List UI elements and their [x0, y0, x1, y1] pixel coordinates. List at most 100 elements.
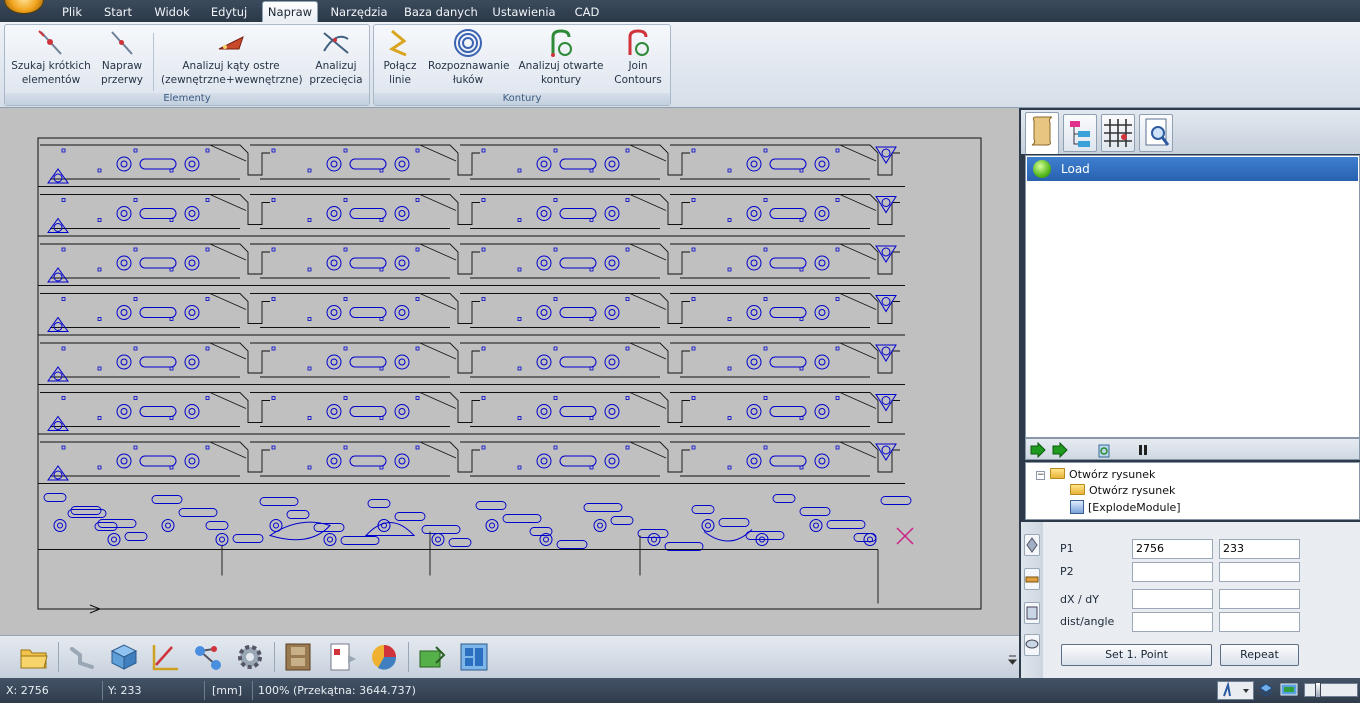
3d-box-icon[interactable]: [108, 641, 140, 673]
part-pin-hole: [133, 148, 138, 153]
set-first-point-button[interactable]: Set 1. Point: [1061, 644, 1212, 666]
part-hole: [536, 206, 552, 221]
recycle-icon[interactable]: [1096, 442, 1112, 458]
part-hole: [188, 358, 196, 366]
module-icon: [1070, 500, 1084, 514]
triangle-part: [47, 267, 69, 283]
triangle-part-hole: [881, 247, 891, 257]
part-pin-hole: [481, 148, 486, 153]
side-tool-ruler[interactable]: [1024, 568, 1040, 590]
p1-x-field[interactable]: 2756: [1132, 539, 1213, 559]
tab-grid[interactable]: [1101, 114, 1135, 152]
part-hole: [750, 210, 758, 217]
part-hole: [746, 354, 762, 370]
run-all-icon[interactable]: [1030, 442, 1048, 458]
repeat-button[interactable]: Repeat: [1220, 644, 1299, 666]
side-tool-chat[interactable]: [1024, 634, 1040, 656]
tab-scroll[interactable]: [1025, 112, 1059, 154]
menu-tab-plik[interactable]: Plik: [58, 3, 86, 22]
export-machine-icon[interactable]: [416, 641, 448, 673]
part-chamfer: [419, 144, 457, 162]
analyze-sharp-angles-button[interactable]: Analizuj kąty ostre (zewnętrzne+wewnętrz…: [161, 27, 303, 93]
part-hole: [188, 408, 196, 415]
analyze-intersections-button[interactable]: Analizuj przecięcia: [305, 27, 367, 93]
part-outline: [670, 342, 900, 378]
repair-gaps-button[interactable]: Napraw przerwy: [95, 27, 149, 93]
film-strip-icon[interactable]: [282, 641, 314, 673]
part-hole: [814, 156, 830, 172]
cad-drawing[interactable]: [0, 108, 1019, 635]
zoom-slider-thumb[interactable]: [1315, 682, 1321, 698]
part-slot: [139, 406, 177, 417]
dist-field[interactable]: [1132, 612, 1213, 632]
pie-chart-icon[interactable]: [368, 641, 400, 673]
tree-node-module[interactable]: [ExplodeModule]: [1070, 500, 1181, 514]
tab-preview[interactable]: [1139, 114, 1173, 152]
operation-tree: − Otwórz rysunek Otwórz rysunek [Explode…: [1025, 462, 1360, 520]
pause-icon[interactable]: [1136, 442, 1150, 458]
side-tool-diamond[interactable]: [1024, 534, 1040, 556]
menu-tab-ustawienia[interactable]: Ustawienia: [492, 3, 556, 22]
part-hole: [746, 255, 762, 271]
arc-recognition-button[interactable]: Rozpoznawanie łuków: [428, 27, 510, 93]
report-icon[interactable]: [326, 641, 358, 673]
p2-x-field[interactable]: [1132, 562, 1213, 582]
menu-tab-cad[interactable]: CAD: [572, 3, 602, 22]
analyze-open-contours-button[interactable]: Analizuj otwarte kontury: [516, 27, 606, 93]
join-lines-button[interactable]: Połącz linie: [378, 27, 422, 93]
menu-tab-napraw[interactable]: Napraw: [262, 1, 318, 23]
process-list[interactable]: Load: [1025, 155, 1360, 438]
dx-field[interactable]: [1132, 589, 1213, 609]
join-contours-button[interactable]: Join Contours: [612, 27, 664, 93]
menu-tab-start[interactable]: Start: [102, 3, 134, 22]
side-tool-calculator[interactable]: [1024, 602, 1040, 624]
toolbar-overflow-icon[interactable]: [1008, 654, 1017, 666]
part-outline: [40, 144, 270, 180]
dy-field[interactable]: [1219, 589, 1300, 609]
part-slot: [769, 356, 807, 368]
menu-tab-baza-danych[interactable]: Baza danych: [404, 3, 478, 22]
part-hole: [330, 408, 338, 415]
layers-icon[interactable]: [1258, 682, 1274, 698]
part-pin-hole: [61, 198, 66, 202]
zoom-slider[interactable]: [1304, 682, 1358, 698]
status-y: Y: 233: [108, 684, 142, 697]
ruler-icon: [1025, 576, 1039, 583]
find-short-elements-button[interactable]: Szukaj krótkich elementów: [9, 27, 93, 93]
run-step-icon[interactable]: [1052, 442, 1070, 458]
menu-tab-edytuj[interactable]: Edytuj: [207, 3, 251, 22]
part-pin-hole: [727, 317, 732, 321]
angle-field[interactable]: [1219, 612, 1300, 632]
network-nodes-icon[interactable]: [192, 641, 224, 673]
tree-collapse-toggle[interactable]: −: [1036, 471, 1045, 480]
nesting-layout-icon[interactable]: [458, 641, 490, 673]
button-label: Join: [628, 60, 648, 72]
part-slot: [559, 257, 597, 269]
drawing-canvas[interactable]: [0, 108, 1019, 635]
part-chamfer: [839, 293, 877, 310]
p1-y-field[interactable]: 233: [1219, 539, 1300, 559]
tree-node-child[interactable]: Otwórz rysunek: [1070, 484, 1175, 497]
part-pin-hole: [481, 198, 486, 202]
part-hole: [184, 404, 200, 419]
part-pin-hole: [343, 346, 348, 351]
part-hole: [818, 408, 826, 415]
menu-tab-widok[interactable]: Widok: [152, 3, 192, 22]
part-pin-hole: [553, 247, 558, 252]
tab-hierarchy[interactable]: [1063, 114, 1097, 152]
gear-icon[interactable]: [234, 641, 266, 673]
snap-mode-dropdown[interactable]: [1217, 681, 1254, 700]
p2-y-field[interactable]: [1219, 562, 1300, 582]
display-icon[interactable]: [1280, 682, 1298, 698]
chain-link-icon[interactable]: [66, 641, 98, 673]
tree-node-root[interactable]: Otwórz rysunek: [1050, 468, 1155, 481]
process-item-load[interactable]: Load: [1027, 157, 1358, 181]
grid-icon: [1104, 119, 1132, 147]
open-folder-icon[interactable]: [18, 641, 50, 673]
menu-tab-narzedzia[interactable]: Narzędzia: [330, 3, 388, 22]
part-hole: [188, 309, 196, 316]
axes-icon[interactable]: [150, 641, 182, 673]
part-hole: [398, 358, 406, 366]
app-menu-button[interactable]: [4, 0, 44, 14]
part-chamfer: [419, 243, 457, 261]
